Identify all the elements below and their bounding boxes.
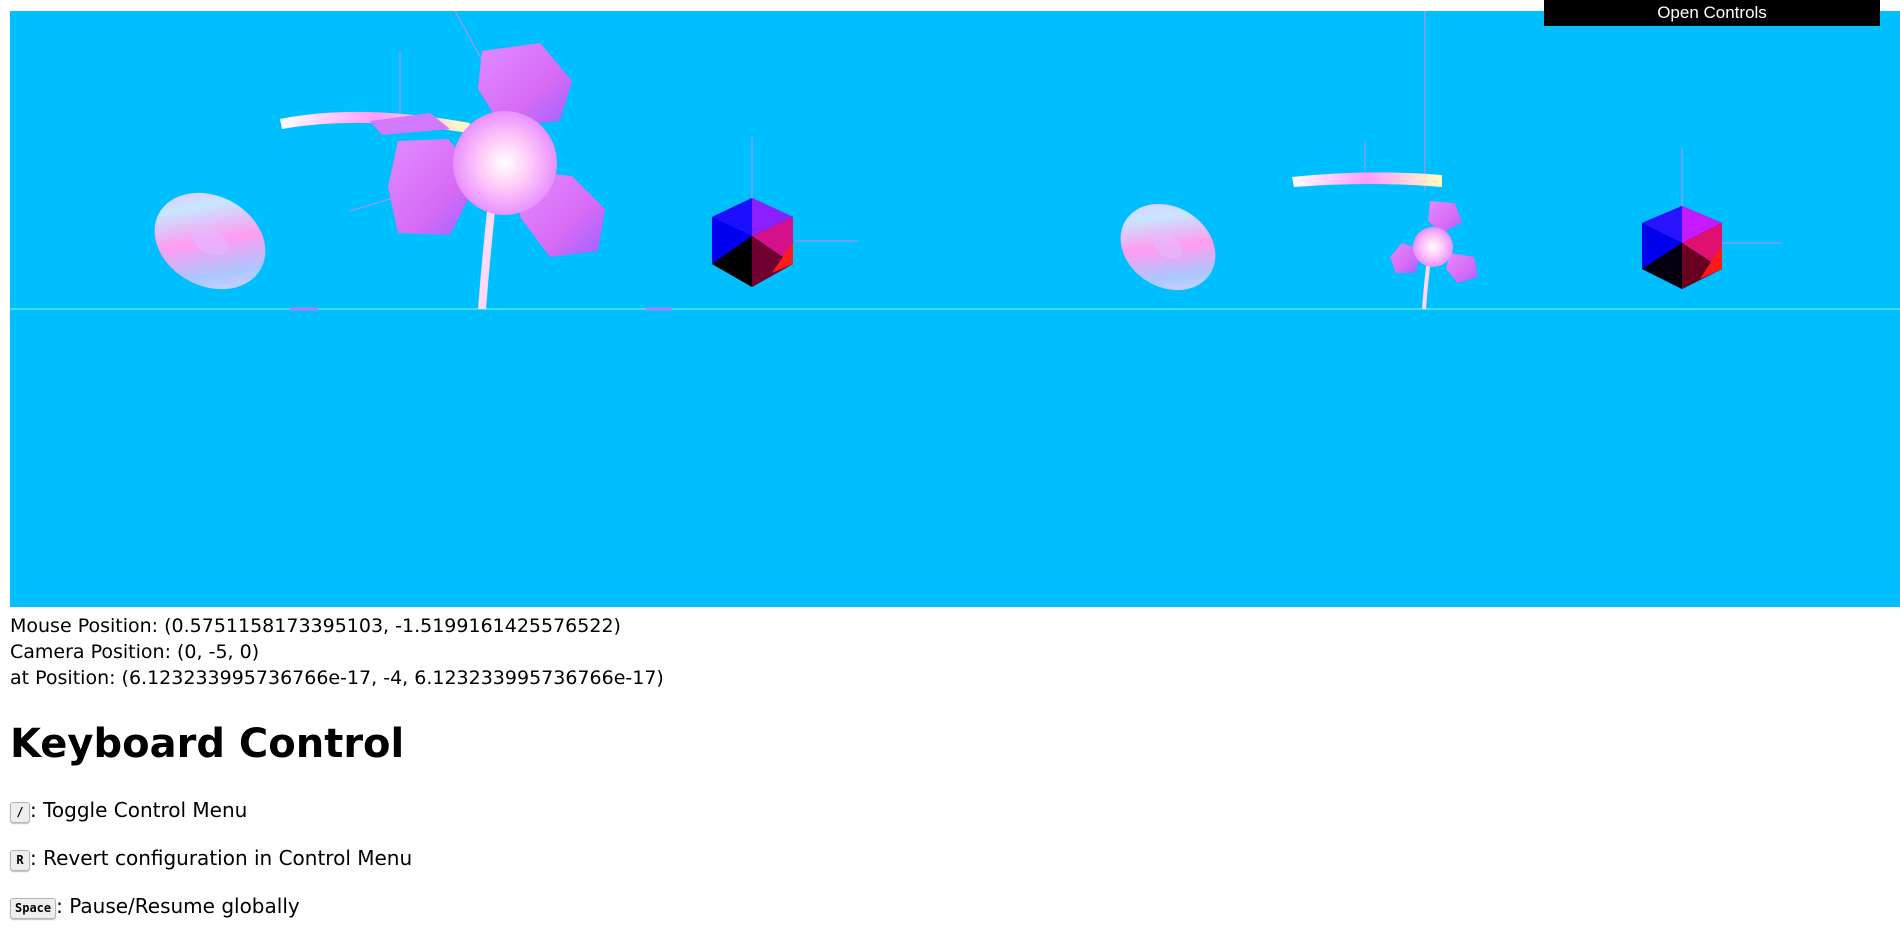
keyboard-control-heading: Keyboard Control [10,721,405,767]
flower-left [280,11,605,310]
icosahedron-left [712,137,858,287]
key-slash: / [10,802,30,823]
mouse-position-text: Mouse Position: (0.5751158173395103, -1.… [10,615,621,637]
webgl-canvas[interactable] [10,11,1900,607]
scene-render [10,11,1900,311]
keyboard-item-desc: : Revert configuration in Control Menu [30,846,413,870]
flower-right [1292,11,1478,310]
torus-right [1120,203,1216,291]
key-space: Space [10,898,57,919]
at-position-text: at Position: (6.123233995736766e-17, -4,… [10,667,664,689]
keyboard-item-revert: R: Revert configuration in Control Menu [10,844,412,872]
key-r: R [10,850,30,871]
keyboard-item-toggle: /: Toggle Control Menu [10,796,247,824]
camera-position-text: Camera Position: (0, -5, 0) [10,641,260,663]
icosahedron-right [1642,147,1782,289]
position-info: Mouse Position: (0.5751158173395103, -1.… [10,613,664,691]
open-controls-button[interactable]: Open Controls [1544,0,1880,26]
keyboard-item-pause: Space: Pause/Resume globally [10,892,300,920]
keyboard-item-desc: : Pause/Resume globally [56,894,300,918]
torus-left [154,192,266,290]
keyboard-item-desc: : Toggle Control Menu [30,798,248,822]
